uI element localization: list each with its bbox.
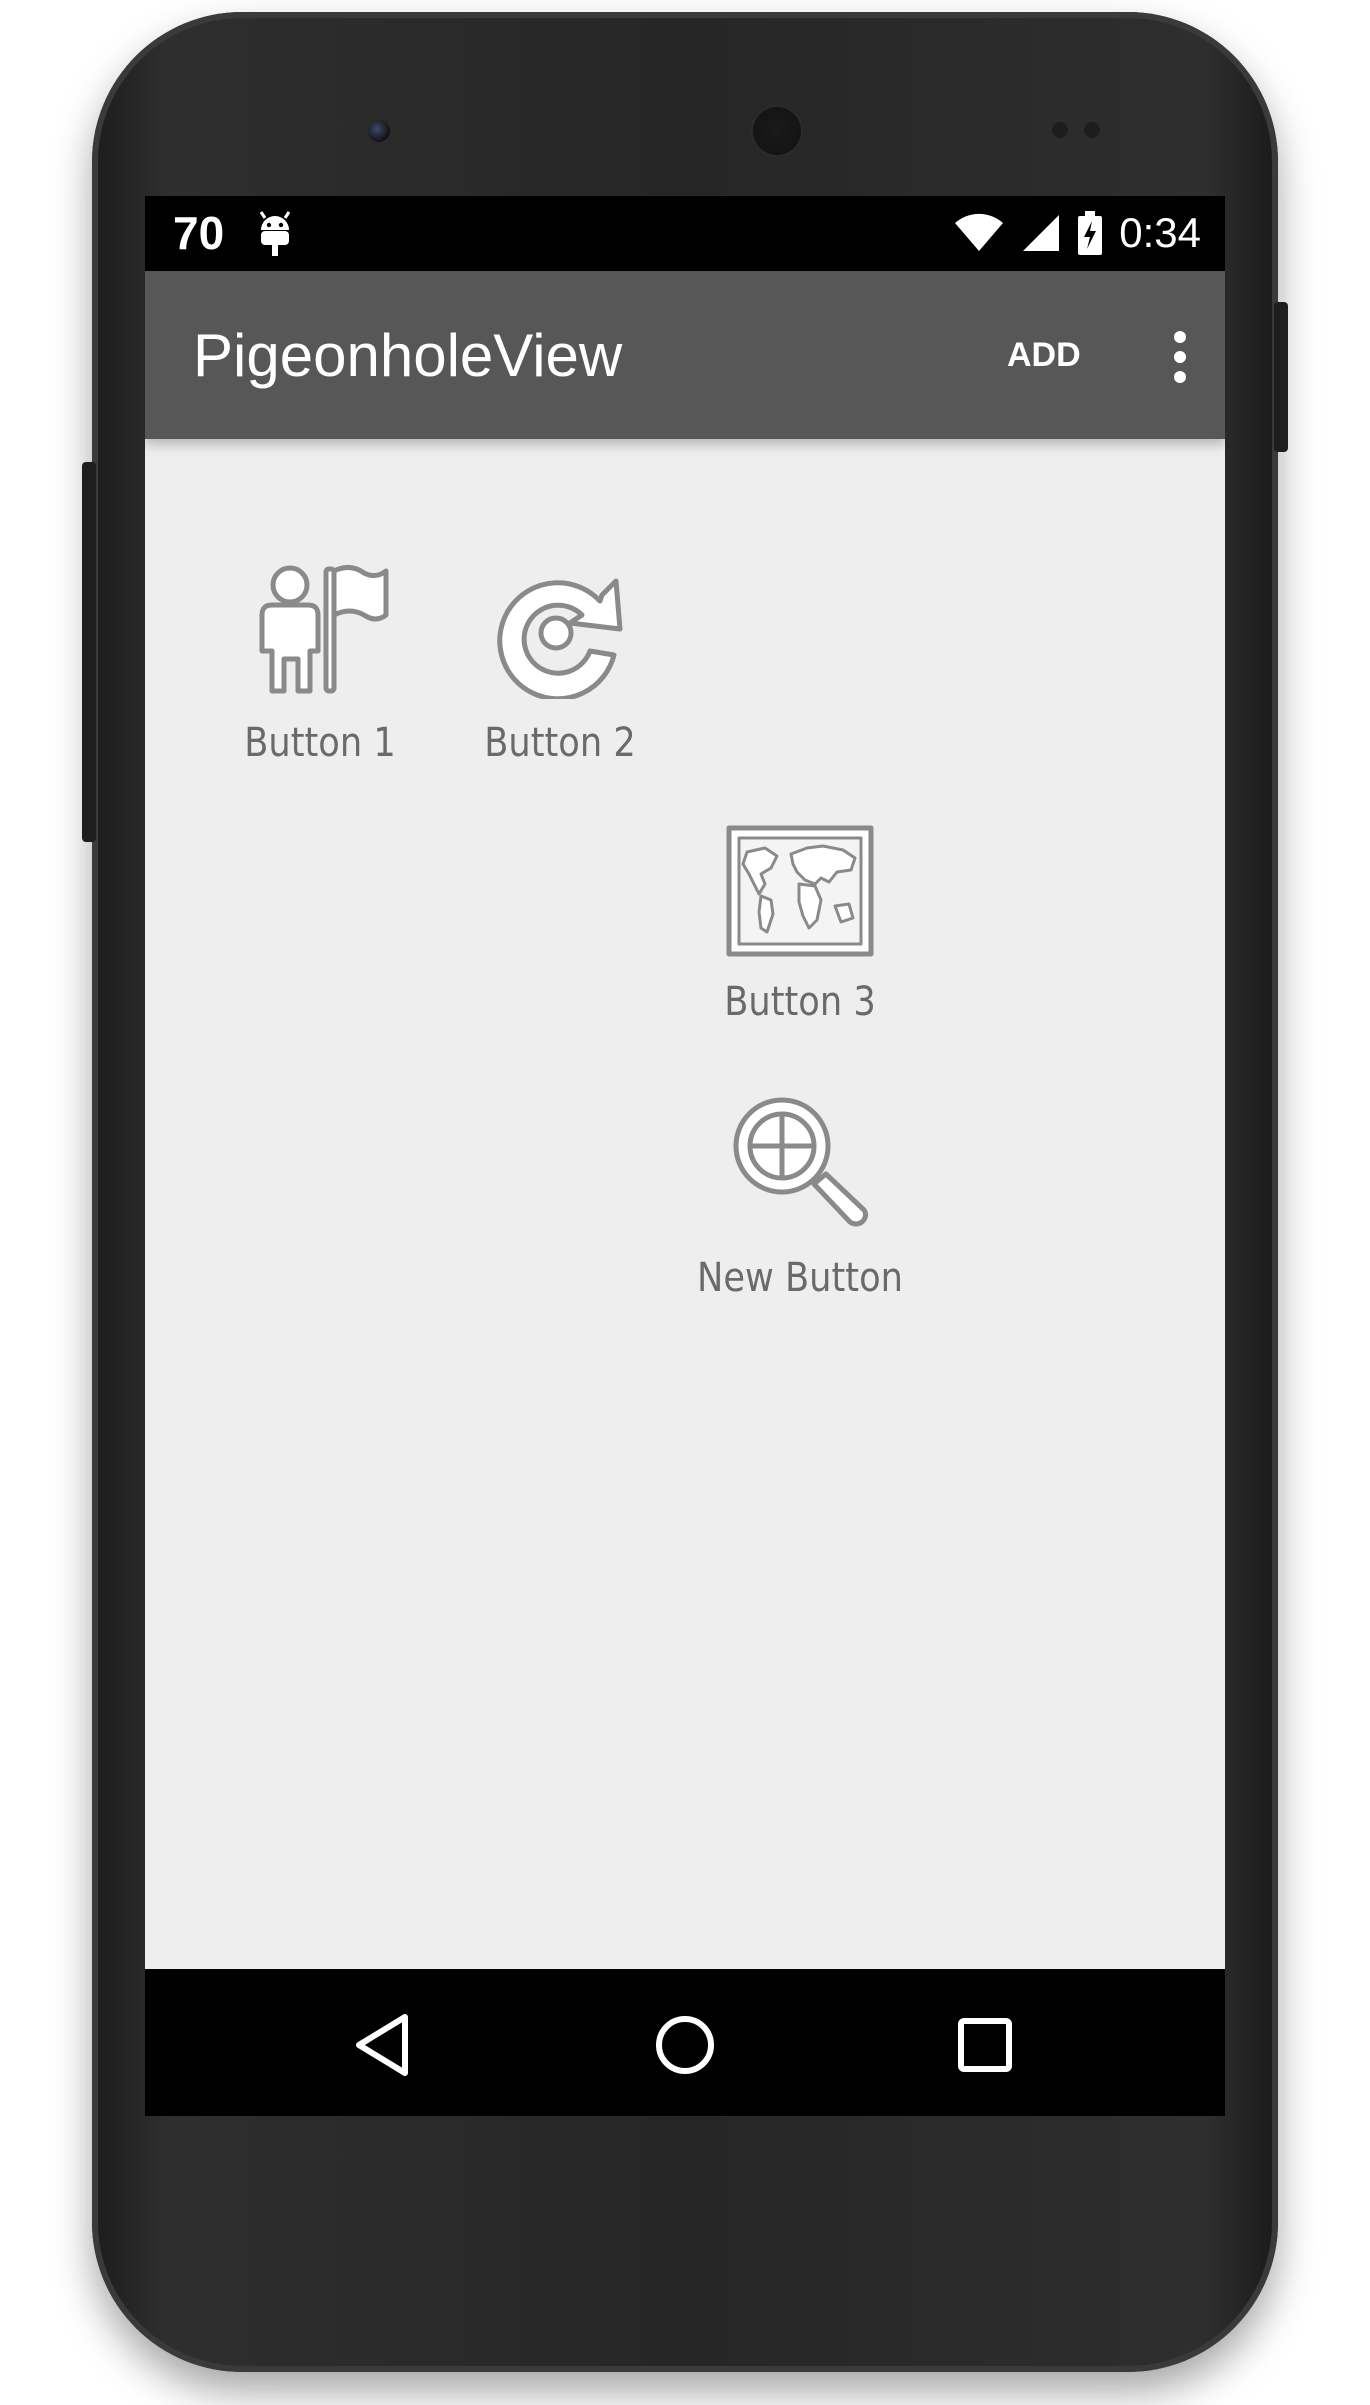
power-button [1274,302,1288,452]
android-debug-icon [259,211,291,256]
status-bar: 70 0:34 [145,196,1225,271]
overflow-menu-icon[interactable] [1145,313,1215,401]
grid-button-label: New Button [697,1255,903,1301]
volume-button [82,462,96,842]
wifi-icon [955,213,1004,251]
notification-count: 70 [173,207,225,259]
zoom-in-icon [733,1097,869,1227]
phone-screen: 70 0:34 PigeonholeView ADD Button 1 Butt… [145,196,1225,2116]
person-flag-icon [259,565,389,694]
grid-button-2[interactable]: Button 2 [440,559,680,767]
app-title: PigeonholeView [193,322,623,389]
grid-button-3[interactable]: Button 3 [680,824,920,1026]
home-circle-icon[interactable] [645,2005,725,2085]
grid-button-new[interactable]: New Button [680,1094,920,1302]
grid-button-label: Button 1 [244,720,396,766]
app-toolbar: PigeonholeView ADD [145,271,1225,439]
grid-button-1[interactable]: Button 1 [200,559,440,767]
cell-signal-icon [1023,215,1060,251]
back-triangle-icon[interactable] [345,2005,425,2085]
front-camera [368,120,390,142]
system-nav-bar [145,1969,1225,2116]
refresh-target-icon [497,578,623,699]
add-button[interactable]: ADD [1007,333,1081,377]
light-sensor [1084,122,1100,138]
status-time: 0:34 [1119,209,1201,256]
recents-square-icon[interactable] [945,2005,1025,2085]
world-map-icon [726,825,874,957]
grid-button-label: Button 3 [724,979,876,1025]
grid-button-label: Button 2 [484,720,636,766]
earpiece-speaker [750,104,804,158]
status-icons: 0:34 [953,206,1201,260]
battery-charging-icon [1078,211,1103,255]
proximity-sensor [1052,122,1068,138]
pigeonhole-view: Button 1 Button 2 Button 3 New Button [145,439,1225,1969]
